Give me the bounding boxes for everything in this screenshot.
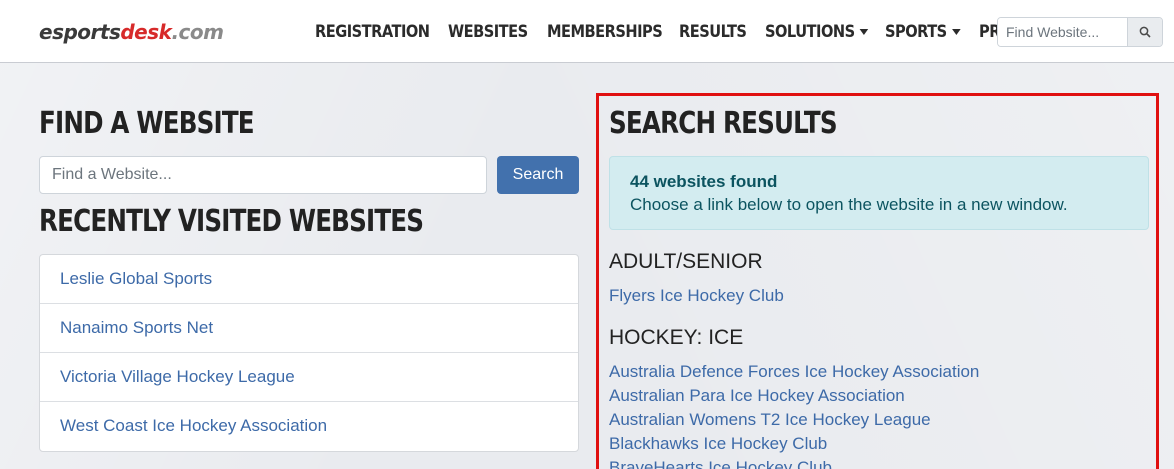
nav-label: REGISTRATION [315,22,430,42]
category-heading: HOCKEY: ICE [609,326,744,349]
header-search-button[interactable] [1127,18,1162,46]
results-count-alert: 44 websites found Choose a link below to… [609,156,1149,230]
search-icon [1139,26,1151,38]
nav-label: SPORTS [885,22,948,42]
result-link[interactable]: Australia Defence Forces Ice Hockey Asso… [609,360,979,384]
logo-text-com: .com [171,20,224,44]
chevron-down-icon [952,29,961,35]
result-link[interactable]: BraveHearts Ice Hockey Club [609,456,832,469]
recent-website-link[interactable]: West Coast Ice Hockey Association [40,402,578,451]
recent-website-link[interactable]: Nanaimo Sports Net [40,304,578,353]
results-instruction: Choose a link below to open the website … [630,195,1068,214]
nav-memberships[interactable]: MEMBERSHIPS [546,20,663,44]
result-link[interactable]: Australian Womens T2 Ice Hockey League [609,408,931,432]
chevron-down-icon [859,29,869,35]
header-search-input[interactable] [998,18,1127,46]
nav-label: WEBSITES [448,22,528,42]
find-website-heading: FIND A WEBSITE [39,106,255,141]
nav-sports-dropdown[interactable]: SPORTS [885,20,961,44]
recent-websites-heading: RECENTLY VISITED WEBSITES [39,204,424,239]
search-results-heading: SEARCH RESULTS [609,106,838,141]
find-website-input[interactable] [39,156,487,194]
result-link[interactable]: Flyers Ice Hockey Club [609,284,784,308]
nav-results[interactable]: RESULTS [678,20,747,44]
nav-registration[interactable]: REGISTRATION [315,20,430,44]
top-navbar: esportsdesk.com REGISTRATION WEBSITES ME… [0,0,1174,63]
nav-label: MEMBERSHIPS [546,22,663,42]
recent-website-link[interactable]: Victoria Village Hockey League [40,353,578,402]
results-count: 44 websites found [630,172,778,191]
main-nav: REGISTRATION WEBSITES MEMBERSHIPS RESULT… [315,20,1070,44]
logo-text-desk: desk [120,20,172,44]
recent-websites-list: Leslie Global Sports Nanaimo Sports Net … [39,254,579,452]
site-logo[interactable]: esportsdesk.com [39,18,224,46]
nav-label: SOLUTIONS [765,22,855,42]
recent-website-link[interactable]: Leslie Global Sports [40,255,578,304]
nav-label: RESULTS [678,22,747,42]
category-heading: ADULT/SENIOR [609,250,763,273]
logo-text-esports: esports [39,20,121,44]
result-link[interactable]: Australian Para Ice Hockey Association [609,384,905,408]
search-results-panel: SEARCH RESULTS 44 websites found Choose … [596,93,1159,469]
nav-websites[interactable]: WEBSITES [448,20,528,44]
header-search [997,17,1163,47]
result-link[interactable]: Blackhawks Ice Hockey Club [609,432,827,456]
search-button[interactable]: Search [497,156,579,194]
nav-solutions-dropdown[interactable]: SOLUTIONS [765,20,869,44]
